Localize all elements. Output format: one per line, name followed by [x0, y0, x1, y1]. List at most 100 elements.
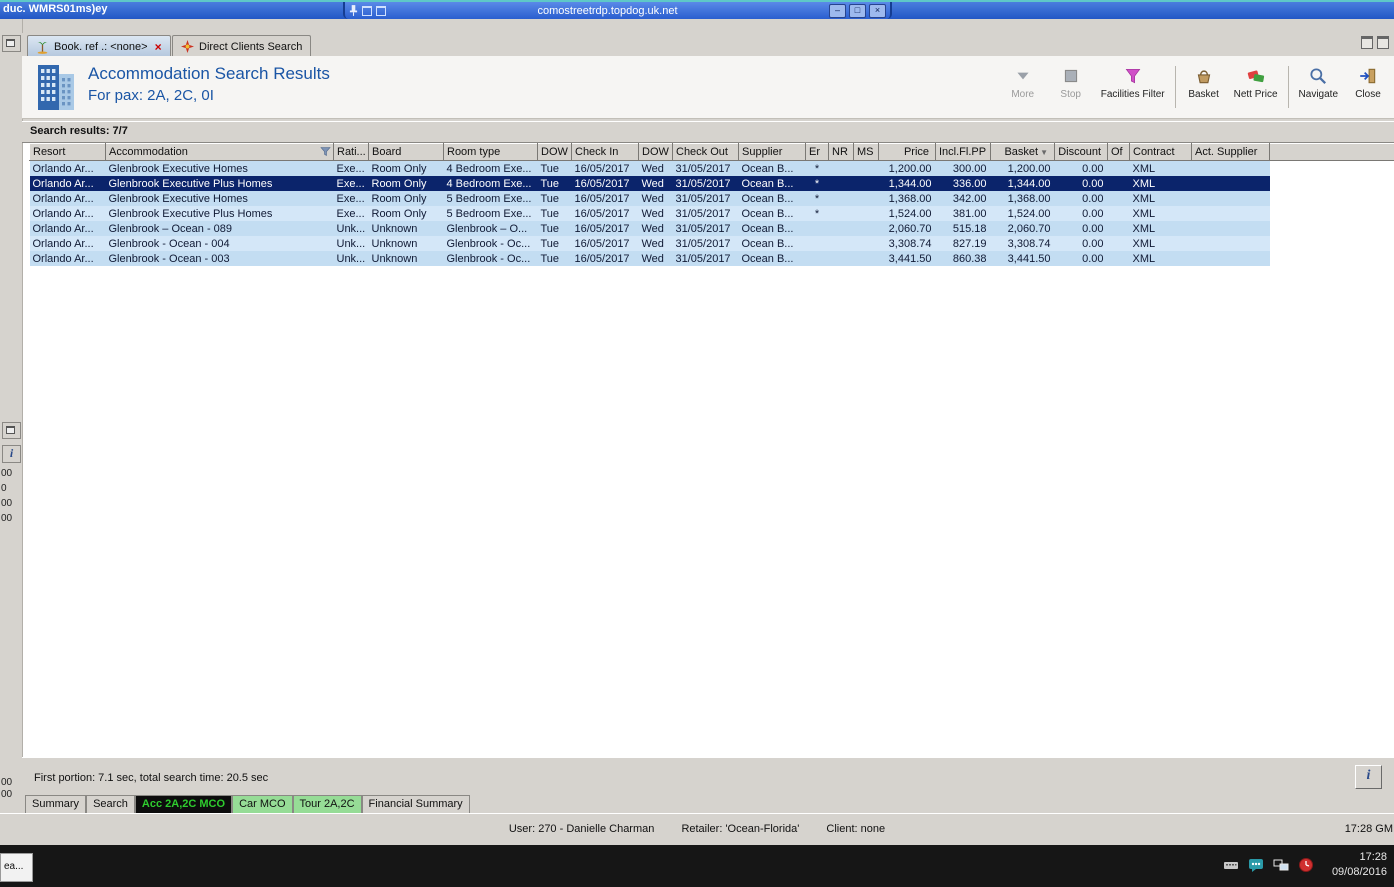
network-tray-icon[interactable] [1273, 857, 1289, 873]
panel-window-icon[interactable] [2, 422, 21, 439]
facilities-filter-button[interactable]: Facilities Filter [1095, 66, 1171, 100]
basket-button[interactable]: Basket [1180, 66, 1228, 100]
cell: 31/05/2017 [672, 176, 739, 191]
cell: 4 Bedroom Exe... [443, 176, 538, 191]
column-header-check-in[interactable]: Check In [571, 143, 639, 161]
cell [1107, 206, 1130, 221]
clock-tray-icon[interactable] [1298, 857, 1314, 873]
cell: 0.00 [1054, 206, 1108, 221]
cell: 16/05/2017 [571, 160, 639, 176]
cell: 1,344.00 [990, 176, 1055, 191]
cell: 0.00 [1054, 191, 1108, 206]
left-strip-bottom: 00 00 [0, 777, 12, 801]
cell [828, 251, 854, 266]
column-header-nr[interactable]: NR [828, 143, 854, 161]
star-icon [181, 40, 194, 53]
sort-indicator-icon: ▼ [1040, 148, 1048, 157]
cell: Unk... [333, 236, 369, 251]
bottom-tab-tour-2a-2c[interactable]: Tour 2A,2C [292, 795, 362, 814]
bottom-tab-summary[interactable]: Summary [25, 795, 87, 814]
restore-pane-icon[interactable] [1361, 36, 1373, 49]
cell: 16/05/2017 [571, 251, 639, 266]
bottom-tab-car-mco[interactable]: Car MCO [232, 795, 293, 814]
column-header-supplier[interactable]: Supplier [738, 143, 806, 161]
column-header-label: Of [1111, 146, 1123, 158]
panel-restore-icon[interactable] [2, 35, 21, 52]
result-row-1[interactable]: Orlando Ar... Glenbrook Executive Homes Ex… [29, 160, 1394, 176]
column-header-dow[interactable]: DOW [537, 143, 572, 161]
keyboard-tray-icon[interactable] [1223, 857, 1239, 873]
column-header-discount[interactable]: Discount [1054, 143, 1108, 161]
result-row-7[interactable]: Orlando Ar... Glenbrook - Ocean - 003 Unk.… [29, 251, 1394, 266]
results-count-label: Search results: 7/7 [30, 125, 128, 137]
rdp-connection-bar: comostreetrdp.topdog.uk.net – □ × [343, 2, 892, 19]
result-row-3[interactable]: Orlando Ar... Glenbrook Executive Homes Ex… [29, 191, 1394, 206]
column-header-board[interactable]: Board [368, 143, 444, 161]
tab-close-icon[interactable]: × [155, 41, 162, 53]
bottom-tab-financial-summary[interactable]: Financial Summary [361, 795, 470, 814]
result-row-4[interactable]: Orlando Ar... Glenbrook Executive Plus Ho… [29, 206, 1394, 221]
close-button[interactable]: Close [1344, 66, 1392, 100]
status-time: 17:28 GM [1344, 823, 1393, 835]
column-header-rati[interactable]: Rati... [333, 143, 369, 161]
bottom-tab-search[interactable]: Search [86, 795, 135, 814]
column-header-of[interactable]: Of [1107, 143, 1130, 161]
minimize-pane-icon[interactable] [1377, 36, 1389, 49]
column-header-label: Discount [1058, 146, 1101, 158]
cell: 1,344.00 [878, 176, 936, 191]
tab-label: Direct Clients Search [199, 40, 303, 53]
result-row-5[interactable]: Orlando Ar... Glenbrook – Ocean - 089 Unk.… [29, 221, 1394, 236]
column-header-contract[interactable]: Contract [1129, 143, 1192, 161]
tab-direct-clients-search[interactable]: Direct Clients Search [172, 35, 312, 57]
cell: 0.00 [1054, 221, 1108, 236]
cell: Ocean B... [738, 160, 806, 176]
column-header-resort[interactable]: Resort [29, 143, 106, 161]
column-header-accommodation[interactable]: Accommodation [105, 143, 334, 161]
messenger-tray-icon[interactable] [1248, 857, 1264, 873]
cell: Ocean B... [738, 191, 806, 206]
cell: 1,524.00 [878, 206, 936, 221]
cell [1107, 236, 1130, 251]
filter-funnel-icon[interactable] [320, 146, 331, 157]
column-header-label: Contract [1133, 146, 1175, 158]
column-header-price[interactable]: Price [878, 143, 936, 161]
search-time-text: First portion: 7.1 sec, total search tim… [34, 772, 269, 784]
navigate-button[interactable]: Navigate [1293, 66, 1344, 100]
column-header-basket[interactable]: Basket ▼ [990, 143, 1055, 161]
column-header-room-type[interactable]: Room type [443, 143, 538, 161]
cell: Glenbrook – O... [443, 221, 538, 236]
info-icon[interactable]: i [2, 445, 21, 463]
stop-icon [1064, 69, 1077, 83]
result-row-2[interactable]: Orlando Ar... Glenbrook Executive Plus Ho… [29, 176, 1394, 191]
pin-icon[interactable] [349, 4, 358, 17]
column-header-label: Resort [33, 146, 66, 158]
rdp-minimize-button[interactable]: – [829, 3, 846, 18]
tab-booking-ref[interactable]: Book. ref .: <none> × [27, 35, 171, 57]
column-header-dow[interactable]: DOW [638, 143, 673, 161]
cell: Room Only [368, 191, 444, 206]
navigate-label: Navigate [1298, 89, 1338, 100]
column-header-act-supplier[interactable]: Act. Supplier [1191, 143, 1270, 161]
more-button[interactable]: More [999, 66, 1047, 100]
stop-button[interactable]: Stop [1047, 66, 1095, 100]
column-header-incl-fl-pp[interactable]: Incl.Fl.PP [935, 143, 991, 161]
stop-label: Stop [1060, 89, 1081, 100]
column-header-er[interactable]: Er [805, 143, 829, 161]
results-table: Resort Accommodation Rati... Board Room type… [29, 143, 1394, 266]
rdp-close-button[interactable]: × [869, 3, 886, 18]
column-header-check-out[interactable]: Check Out [672, 143, 739, 161]
result-row-6[interactable]: Orlando Ar... Glenbrook - Ocean - 004 Unk.… [29, 236, 1394, 251]
taskbar-clock[interactable]: 17:28 09/08/2016 [1332, 850, 1387, 880]
cell: Glenbrook – Ocean - 089 [105, 221, 334, 236]
nett-price-button[interactable]: Nett Price [1228, 66, 1284, 100]
column-header-label: DOW [642, 146, 669, 158]
column-header-ms[interactable]: MS [853, 143, 879, 161]
cell: XML [1129, 176, 1192, 191]
cell [1191, 221, 1270, 236]
taskbar-app-button[interactable]: ea... [0, 853, 33, 882]
info-button[interactable]: i [1355, 765, 1382, 789]
rdp-restore-button[interactable]: □ [849, 3, 866, 18]
hotel-building-icon [38, 65, 74, 110]
bottom-tab-acc-2a-2c-mco[interactable]: Acc 2A,2C MCO [134, 795, 233, 814]
taskbar-date: 09/08/2016 [1331, 866, 1387, 878]
